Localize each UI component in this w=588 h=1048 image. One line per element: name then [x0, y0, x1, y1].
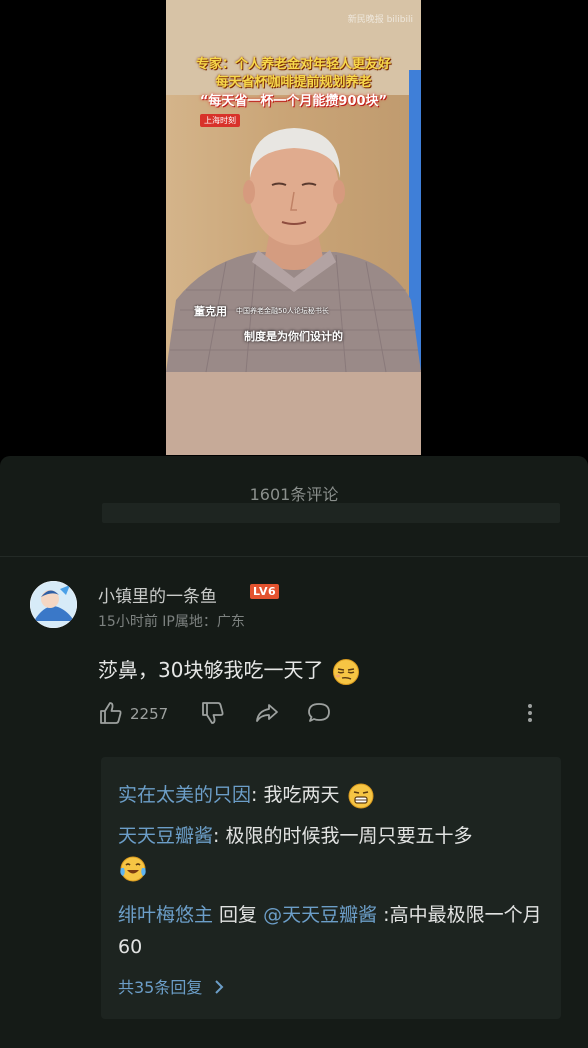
like-count: 2257	[130, 705, 169, 723]
comment-text: 莎鼻，30块够我吃一天了	[98, 658, 324, 682]
smug-face-emoji	[332, 658, 359, 685]
speaker-title: 中国养老金融50人论坛秘书长	[236, 307, 329, 315]
comment-username[interactable]: 小镇里的一条鱼	[98, 582, 217, 607]
comment-count: 1601条评论	[249, 485, 339, 504]
more-options-icon[interactable]	[522, 700, 538, 726]
grimace-emoji	[348, 783, 374, 808]
view-more-replies-link[interactable]: 共35条回复	[118, 974, 225, 998]
reply-separator: :	[251, 784, 264, 806]
crying-laugh-emoji	[120, 856, 146, 881]
speaker-name: 董克用	[194, 305, 227, 318]
reply-separator: :	[213, 825, 226, 847]
avatar[interactable]	[30, 581, 77, 628]
avatar-image	[30, 581, 77, 628]
reply-mention[interactable]: @天天豆瓣酱	[263, 904, 377, 926]
view-more-replies-label: 共35条回复	[118, 978, 203, 997]
level-badge: LV6	[250, 584, 280, 599]
thumbs-down-icon[interactable]	[200, 700, 226, 726]
source-badge: 上海时刻	[200, 114, 240, 127]
reply-list: 实在太美的只因: 我吃两天 天天豆瓣酱: 极限的时候我一周只要五十多 绯叶梅悠主	[101, 757, 561, 1019]
video-watermark: 新民晚报 bilibili	[347, 15, 413, 25]
share-icon[interactable]	[254, 700, 280, 726]
chevron-right-icon	[215, 980, 224, 994]
thumbs-up-icon[interactable]	[98, 700, 124, 726]
reply-item[interactable]: 天天豆瓣酱: 极限的时候我一周只要五十多	[118, 820, 548, 884]
reply-item[interactable]: 实在太美的只因: 我吃两天	[118, 779, 548, 811]
comment-actions: 2257	[98, 700, 548, 728]
comment-input-bar[interactable]	[102, 503, 560, 523]
reply-username[interactable]: 实在太美的只因	[118, 784, 251, 806]
reply-username[interactable]: 天天豆瓣酱	[118, 825, 213, 847]
reply-username[interactable]: 绯叶梅悠主	[118, 904, 213, 926]
reply-bubble-icon[interactable]	[306, 700, 332, 726]
video-subtitle: 制度是为你们设计的	[244, 330, 343, 343]
comment-meta: 15小时前 IP属地：广东	[98, 614, 245, 630]
comment-text-wrap: 莎鼻，30块够我吃一天了	[98, 654, 360, 686]
reply-item[interactable]: 绯叶梅悠主 回复 @天天豆瓣酱 :高中最极限一个月60	[118, 899, 548, 963]
video-player[interactable]: 新民晚报 bilibili 专家：个人养老金对年轻人更友好 每天省杯咖啡提前规划…	[166, 0, 421, 455]
video-headline-1: 专家：个人养老金对年轻人更友好	[195, 57, 391, 72]
reply-text: 我吃两天	[263, 784, 340, 806]
comment-panel: 1601条评论 小镇里的一条鱼 LV6 15小时前 IP属地：广东 莎鼻，30块…	[0, 456, 588, 1048]
video-headline-3: “每天省一杯一个月能攒900块”	[199, 94, 388, 109]
video-headline-2: 每天省杯咖啡提前规划养老	[215, 75, 372, 90]
reply-to-label: 回复	[213, 904, 264, 926]
divider	[0, 556, 588, 557]
reply-text: 极限的时候我一周只要五十多	[225, 825, 473, 847]
